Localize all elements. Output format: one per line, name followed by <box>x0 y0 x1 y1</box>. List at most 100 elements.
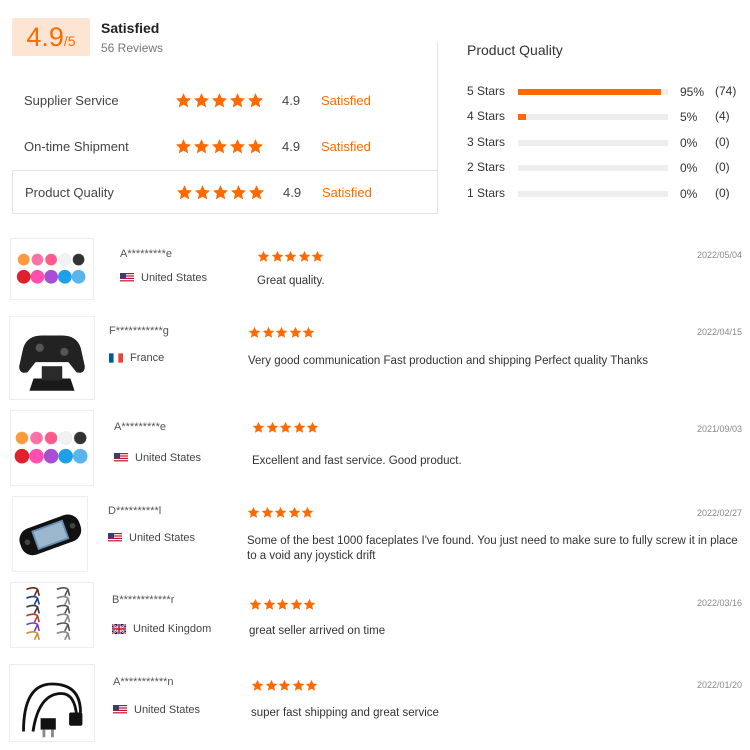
france-flag-icon <box>109 353 123 363</box>
star-icon <box>229 92 246 109</box>
breakdown-percent: 5% <box>680 110 698 124</box>
star-icon <box>252 421 265 434</box>
star-breakdown-row: 3 Stars 0% (0) <box>467 134 747 152</box>
review-item: B************r United Kingdom great seller… <box>0 582 750 648</box>
star-icon <box>276 598 289 611</box>
rating-label: Product Quality <box>25 184 114 200</box>
thumbstick-caps-image[interactable] <box>10 238 94 300</box>
reviewer-country: United States <box>113 704 200 716</box>
star-icon <box>271 250 284 263</box>
breakdown-count: (74) <box>715 84 737 98</box>
star-icon <box>298 250 311 263</box>
review-stars <box>249 598 317 611</box>
star-icon <box>263 598 276 611</box>
star-icon <box>311 250 324 263</box>
review-text: Some of the best 1000 faceplates I've fo… <box>247 535 738 562</box>
star-icon <box>257 250 270 263</box>
us-flag-icon <box>113 705 127 715</box>
uk-flag-icon <box>112 624 126 634</box>
star-icon <box>284 250 297 263</box>
star-icon <box>211 92 228 109</box>
breakdown-bar-track <box>518 140 668 146</box>
breakdown-count: (0) <box>715 135 730 149</box>
review-date: 2022/02/27 <box>696 508 742 518</box>
rating-score: 4.9 <box>283 184 302 200</box>
star-icon <box>247 138 264 155</box>
country-name: United States <box>134 704 201 716</box>
star-icon <box>278 679 291 692</box>
breakdown-count: (0) <box>715 186 730 200</box>
reviewer-name: F***********g <box>109 325 169 337</box>
reviewer-country: United States <box>108 532 195 544</box>
country-name: United Kingdom <box>133 623 212 635</box>
star-icon <box>249 598 262 611</box>
review-date: 2022/04/15 <box>696 327 742 337</box>
review-text: Excellent and fast service. Good product… <box>252 455 462 467</box>
reviewer-name: A*********e <box>120 248 172 260</box>
country-name: France <box>130 352 165 364</box>
reviewer-name: D**********l <box>108 505 162 517</box>
review-text: Great quality. <box>257 275 325 287</box>
star-icon <box>293 421 306 434</box>
rating-word: Satisfied <box>321 138 371 154</box>
thumbstick-caps-image[interactable] <box>10 410 94 486</box>
star-breakdown-row: 5 Stars 95% (74) <box>467 83 747 101</box>
star-icon <box>288 506 301 519</box>
reviewer-country: United States <box>114 452 201 464</box>
star-icon <box>230 184 247 201</box>
star-icon <box>248 184 265 201</box>
rating-stars <box>175 138 265 155</box>
breakdown-percent: 95% <box>680 85 705 99</box>
star-icon <box>275 326 288 339</box>
reviewer-name: A*********e <box>114 421 166 433</box>
reviewer-country: France <box>109 352 164 364</box>
breakdown-label: 1 Stars <box>467 186 506 200</box>
rating-row-supplier-service[interactable]: Supplier Service 4.9 Satisfied <box>12 78 438 122</box>
breakdown-bar-track <box>518 165 668 171</box>
reviewer-name: B************r <box>112 594 175 606</box>
star-icon <box>279 421 292 434</box>
breakdown-title: Product Quality <box>467 42 563 58</box>
star-icon <box>247 506 260 519</box>
rating-stars <box>176 184 266 201</box>
controller-stand-image[interactable] <box>9 316 95 400</box>
country-name: United States <box>135 452 202 464</box>
breakdown-label: 3 Stars <box>467 135 506 149</box>
review-stars <box>252 421 320 434</box>
us-flag-icon <box>114 453 128 463</box>
review-text: great seller arrived on time <box>249 625 386 637</box>
breakdown-bar-fill <box>518 89 661 95</box>
review-stars <box>251 679 319 692</box>
star-icon <box>193 138 210 155</box>
handheld-faceplate-image[interactable] <box>12 496 88 572</box>
review-date: 2022/01/20 <box>696 680 742 690</box>
star-icon <box>211 138 228 155</box>
review-item: A***********n United States super fast shi… <box>0 664 750 742</box>
review-text: Very good communication Fast production … <box>248 355 648 367</box>
review-stars <box>247 506 315 519</box>
reviewer-name: A***********n <box>113 676 174 688</box>
review-date: 2022/05/04 <box>696 250 742 260</box>
star-icon <box>247 92 264 109</box>
power-cable-image[interactable] <box>9 664 95 742</box>
trigger-brackets-image[interactable] <box>10 582 94 648</box>
rating-row-on-time-shipment[interactable]: On-time Shipment 4.9 Satisfied <box>12 124 438 168</box>
star-icon <box>262 326 275 339</box>
star-breakdown-row: 4 Stars 5% (4) <box>467 108 747 126</box>
breakdown-label: 2 Stars <box>467 160 506 174</box>
star-icon <box>229 138 246 155</box>
star-icon <box>292 679 305 692</box>
breakdown-count: (0) <box>715 160 730 174</box>
review-item: F***********g France Very good communicati… <box>0 316 750 400</box>
star-icon <box>261 506 274 519</box>
review-stars <box>257 250 325 263</box>
rating-word: Satisfied <box>321 92 371 108</box>
review-date: 2021/09/03 <box>696 424 742 434</box>
breakdown-label: 5 Stars <box>467 84 506 98</box>
breakdown-count: (4) <box>715 109 730 123</box>
rating-row-product-quality[interactable]: Product Quality 4.9 Satisfied <box>12 170 438 214</box>
star-icon <box>303 598 316 611</box>
star-breakdown-row: 1 Stars 0% (0) <box>467 185 747 203</box>
us-flag-icon <box>120 273 134 283</box>
star-icon <box>302 326 315 339</box>
